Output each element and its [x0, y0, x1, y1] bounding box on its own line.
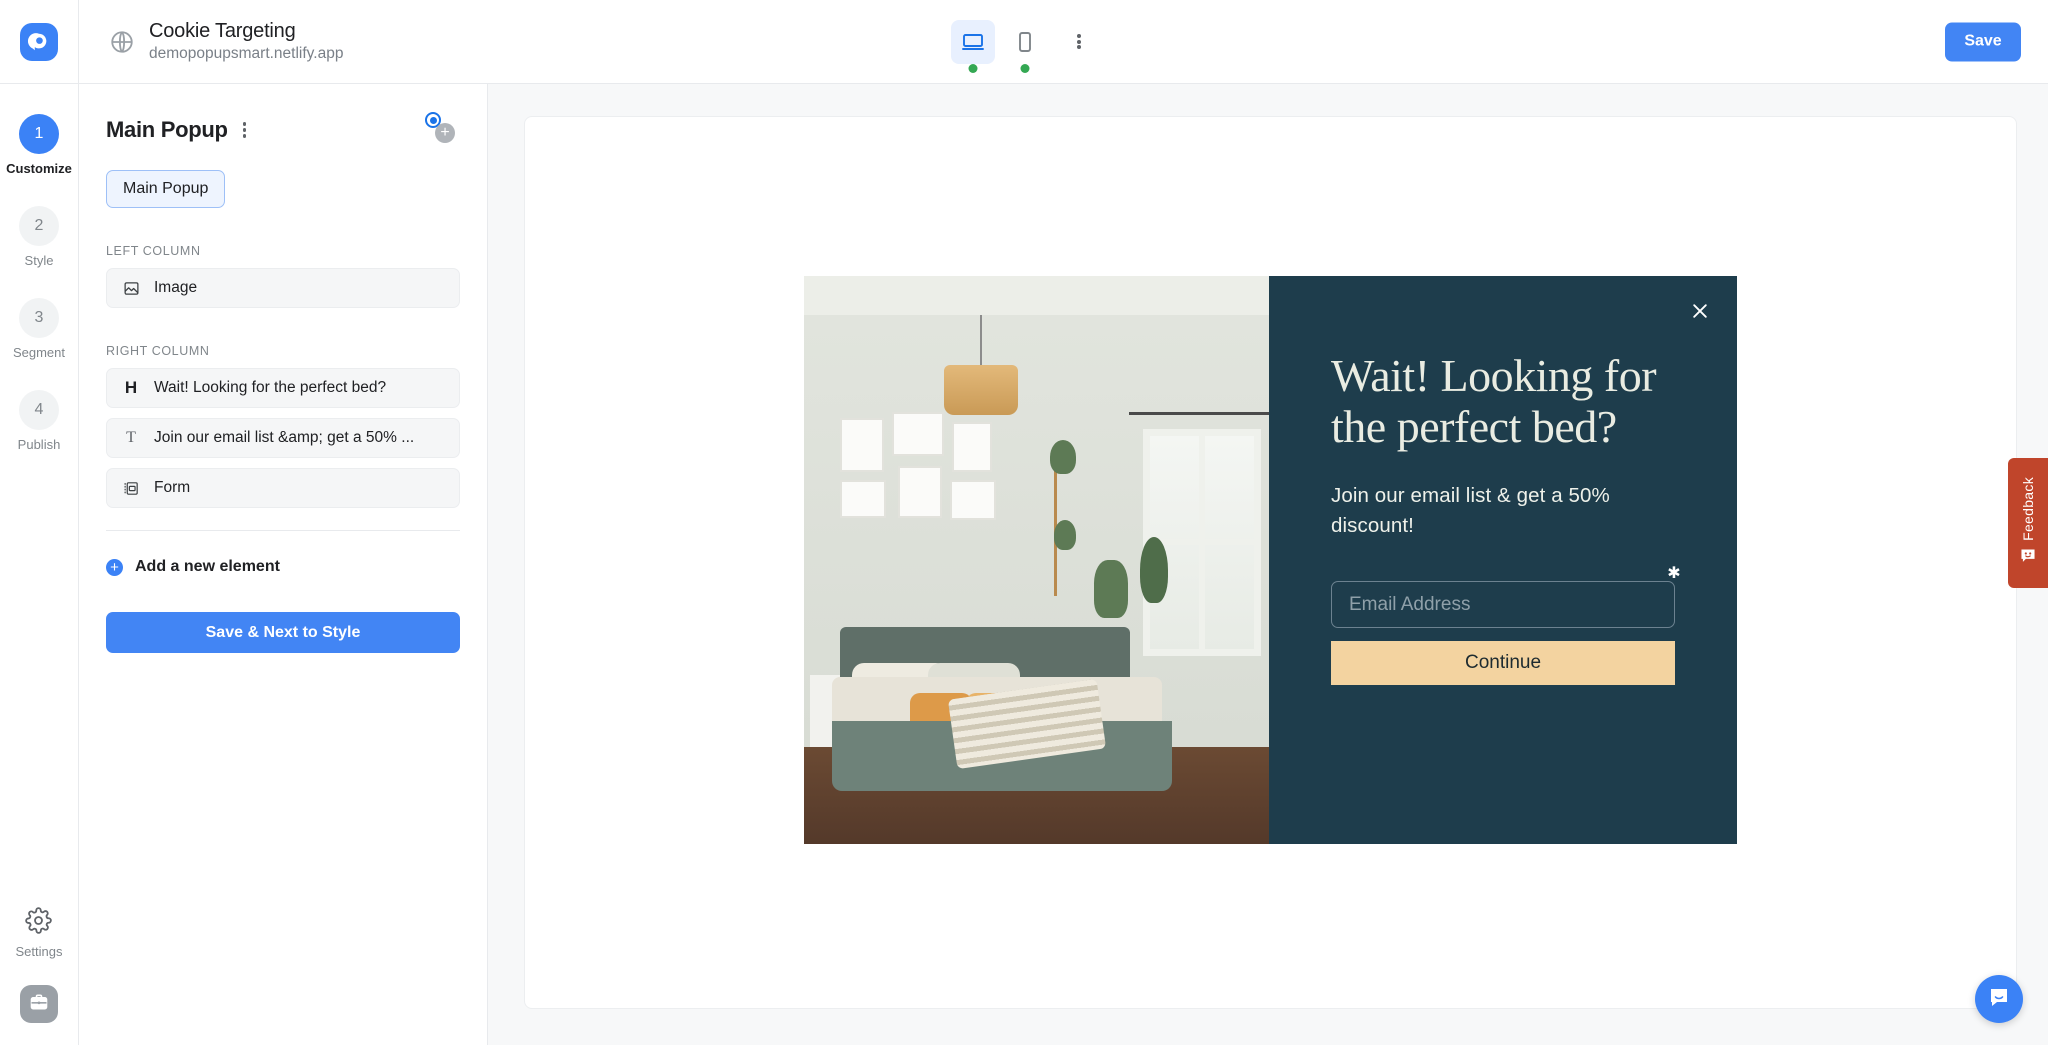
page-title: Cookie Targeting [149, 20, 296, 43]
desktop-preview-button[interactable] [951, 19, 995, 73]
step-label-publish: Publish [17, 437, 61, 452]
plus-circle-icon[interactable]: + [435, 123, 455, 143]
sidebar-item-customize[interactable]: 1 Customize [6, 114, 72, 176]
element-row-heading[interactable]: H Wait! Looking for the perfect bed? [106, 368, 460, 408]
add-new-element-button[interactable]: + Add a new element [106, 558, 460, 576]
mobile-preview-button[interactable] [1003, 20, 1047, 73]
kebab-menu-icon [1077, 32, 1081, 50]
body-row: 1 Customize 2 Style 3 Segment 4 Publish [0, 84, 2048, 1045]
step-label-customize: Customize [6, 161, 72, 176]
step-number-4: 4 [18, 390, 59, 430]
right-column-label: RIGHT COLUMN [106, 344, 210, 358]
element-row-form[interactable]: Form [106, 468, 460, 508]
save-button[interactable]: Save [1945, 22, 2021, 61]
bedroom-illustration [804, 275, 1269, 844]
left-column-label: LEFT COLUMN [106, 244, 201, 258]
popup-form: ✱ Continue [1331, 566, 1681, 686]
preview-more-options-button[interactable] [1061, 22, 1097, 62]
feedback-label: Feedback [2020, 476, 2036, 541]
sidebar-item-style[interactable]: 2 Style [19, 206, 59, 268]
mobile-icon [1013, 30, 1037, 54]
image-icon [121, 280, 141, 297]
text-icon: T [126, 429, 136, 446]
feedback-tab[interactable]: Feedback [2008, 458, 2048, 588]
close-icon[interactable] [1687, 298, 1713, 324]
step-label-segment: Segment [12, 345, 66, 360]
required-marker-icon: ✱ [1667, 565, 1681, 583]
popup-paragraph: Join our email list & get a 50% discount… [1331, 483, 1610, 537]
panel-header: Main Popup + [79, 110, 487, 150]
element-label-text: Join our email list &amp; get a 50% ... [154, 429, 415, 446]
step-number-3: 3 [18, 298, 59, 338]
settings-label: Settings [15, 944, 63, 959]
top-bar: Cookie Targeting demopopupsmart.netlify.… [0, 0, 2048, 84]
globe-icon [109, 29, 135, 55]
desktop-status-dot [968, 63, 978, 73]
preview-card: Wait! Looking for the perfect bed? Join … [524, 116, 2017, 1009]
sidebar-item-settings[interactable]: Settings [15, 907, 63, 959]
panel-title: Main Popup [106, 117, 228, 142]
plus-circle-icon: + [106, 558, 123, 576]
element-row-image[interactable]: Image [106, 268, 460, 308]
popup-tabs: Main Popup [79, 150, 487, 208]
feedback-smiley-icon [2019, 548, 2037, 569]
customize-panel: Main Popup + Main Popup LEFT COLUMN Imag… [79, 84, 488, 1045]
step-number-2: 2 [19, 206, 59, 246]
step-rail: 1 Customize 2 Style 3 Segment 4 Publish [0, 84, 79, 1045]
sidebar-item-publish[interactable]: 4 Publish [17, 390, 61, 452]
mobile-status-dot [1020, 63, 1030, 73]
workspace-button[interactable] [20, 985, 58, 1023]
email-field[interactable] [1331, 581, 1675, 629]
device-preview-toggle [951, 19, 1097, 73]
popupsmart-logo-icon[interactable] [20, 22, 58, 61]
panel-more-options-button[interactable] [239, 117, 250, 144]
gear-icon [25, 907, 53, 939]
panel-divider [106, 530, 460, 531]
element-label-heading: Wait! Looking for the perfect bed? [154, 379, 387, 396]
briefcase-icon [29, 992, 49, 1017]
popup-heading: Wait! Looking for the perfect bed? [1331, 349, 1657, 453]
document-info: Cookie Targeting demopopupsmart.netlify.… [109, 19, 343, 64]
step-number-1: 1 [18, 114, 59, 154]
tab-main-popup[interactable]: Main Popup [106, 170, 226, 208]
chat-launcher-button[interactable] [1975, 975, 2023, 1023]
popup-content: Wait! Looking for the perfect bed? Join … [1269, 275, 1737, 844]
popup-image[interactable] [804, 275, 1269, 844]
step-label-style: Style [24, 253, 54, 268]
form-icon [121, 480, 141, 497]
sidebar-item-segment[interactable]: 3 Segment [13, 298, 65, 360]
add-new-element-label: Add a new element [135, 558, 280, 575]
panel-header-badges: + [425, 112, 465, 146]
element-label-form: Form [154, 479, 191, 496]
preview-canvas: Wait! Looking for the perfect bed? Join … [488, 84, 2048, 1045]
site-url: demopopupsmart.netlify.app [149, 45, 344, 63]
popup-preview: Wait! Looking for the perfect bed? Join … [804, 275, 1737, 844]
desktop-icon [961, 30, 985, 54]
brand-logo-cell [0, 0, 79, 84]
element-row-text[interactable]: T Join our email list &amp; get a 50% ..… [106, 418, 460, 458]
continue-button[interactable]: Continue [1331, 641, 1675, 686]
chat-bubble-icon [1987, 985, 2011, 1014]
app-root: Cookie Targeting demopopupsmart.netlify.… [0, 0, 2048, 1045]
heading-icon: H [124, 378, 138, 397]
rail-bottom-group: Settings [0, 907, 78, 1023]
element-label-image: Image [154, 279, 198, 296]
save-and-next-button[interactable]: Save & Next to Style [106, 612, 460, 653]
